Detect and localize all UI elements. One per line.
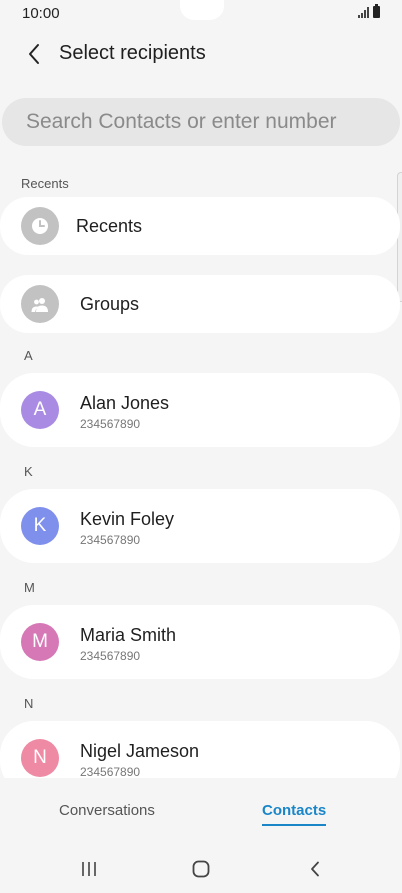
people-icon	[31, 298, 48, 312]
home-icon	[192, 860, 210, 878]
page-title: Select recipients	[59, 42, 206, 64]
contact-item[interactable]: A Alan Jones 234567890	[0, 373, 400, 447]
contact-avatar: K	[21, 507, 59, 545]
groups-item[interactable]: Groups	[0, 275, 400, 333]
system-nav-bar	[0, 845, 402, 893]
status-bar: 10:00	[0, 0, 402, 28]
back-nav-button[interactable]	[295, 853, 335, 885]
back-chevron-icon	[311, 861, 319, 877]
recent-apps-icon	[82, 862, 96, 876]
status-time: 10:00	[22, 5, 60, 22]
contact-item[interactable]: M Maria Smith 234567890	[0, 605, 400, 679]
tab-contacts[interactable]: Contacts	[262, 802, 327, 826]
section-header-n: N	[24, 696, 34, 711]
contact-item[interactable]: K Kevin Foley 234567890	[0, 489, 400, 563]
recent-apps-button[interactable]	[69, 853, 109, 885]
section-header-recents: Recents	[21, 176, 69, 191]
tab-conversations[interactable]: Conversations	[59, 802, 155, 819]
groups-label: Groups	[80, 294, 140, 314]
contact-name: Alan Jones	[80, 393, 170, 413]
contact-avatar: A	[21, 391, 59, 429]
recents-icon	[21, 207, 59, 245]
contact-name: Kevin Foley	[80, 509, 175, 529]
search-field[interactable]	[2, 98, 400, 146]
contact-number: 234567890	[80, 765, 141, 778]
tab-contacts-label: Contacts	[262, 802, 327, 819]
back-arrow-icon	[29, 44, 39, 64]
back-button[interactable]	[18, 38, 50, 70]
clock-icon	[32, 218, 48, 234]
contact-name: Maria Smith	[80, 625, 177, 645]
camera-notch	[180, 0, 224, 20]
section-header-a: A	[24, 348, 33, 363]
search-input[interactable]	[2, 98, 400, 146]
bottom-tabs: Conversations Contacts	[0, 790, 402, 834]
contact-name: Nigel Jameson	[80, 741, 200, 761]
contact-avatar: N	[21, 739, 59, 777]
home-button[interactable]	[181, 853, 221, 885]
groups-icon	[21, 285, 59, 323]
active-tab-indicator	[262, 824, 327, 826]
recents-item[interactable]: Recents	[0, 197, 400, 255]
battery-icon	[373, 4, 380, 18]
app-bar: Select recipients	[0, 30, 402, 80]
contact-number: 234567890	[80, 649, 141, 663]
status-icons	[358, 4, 380, 18]
recents-label: Recents	[76, 216, 143, 236]
contact-avatar: M	[21, 623, 59, 661]
contact-number: 234567890	[80, 417, 141, 431]
section-header-k: K	[24, 464, 33, 479]
recipient-list: Recents Recents Groups A A Alan Jones 23…	[0, 168, 402, 778]
contact-number: 234567890	[80, 533, 141, 547]
section-header-m: M	[24, 580, 35, 595]
signal-icon	[358, 6, 369, 18]
contact-item[interactable]: N Nigel Jameson 234567890	[0, 721, 400, 778]
